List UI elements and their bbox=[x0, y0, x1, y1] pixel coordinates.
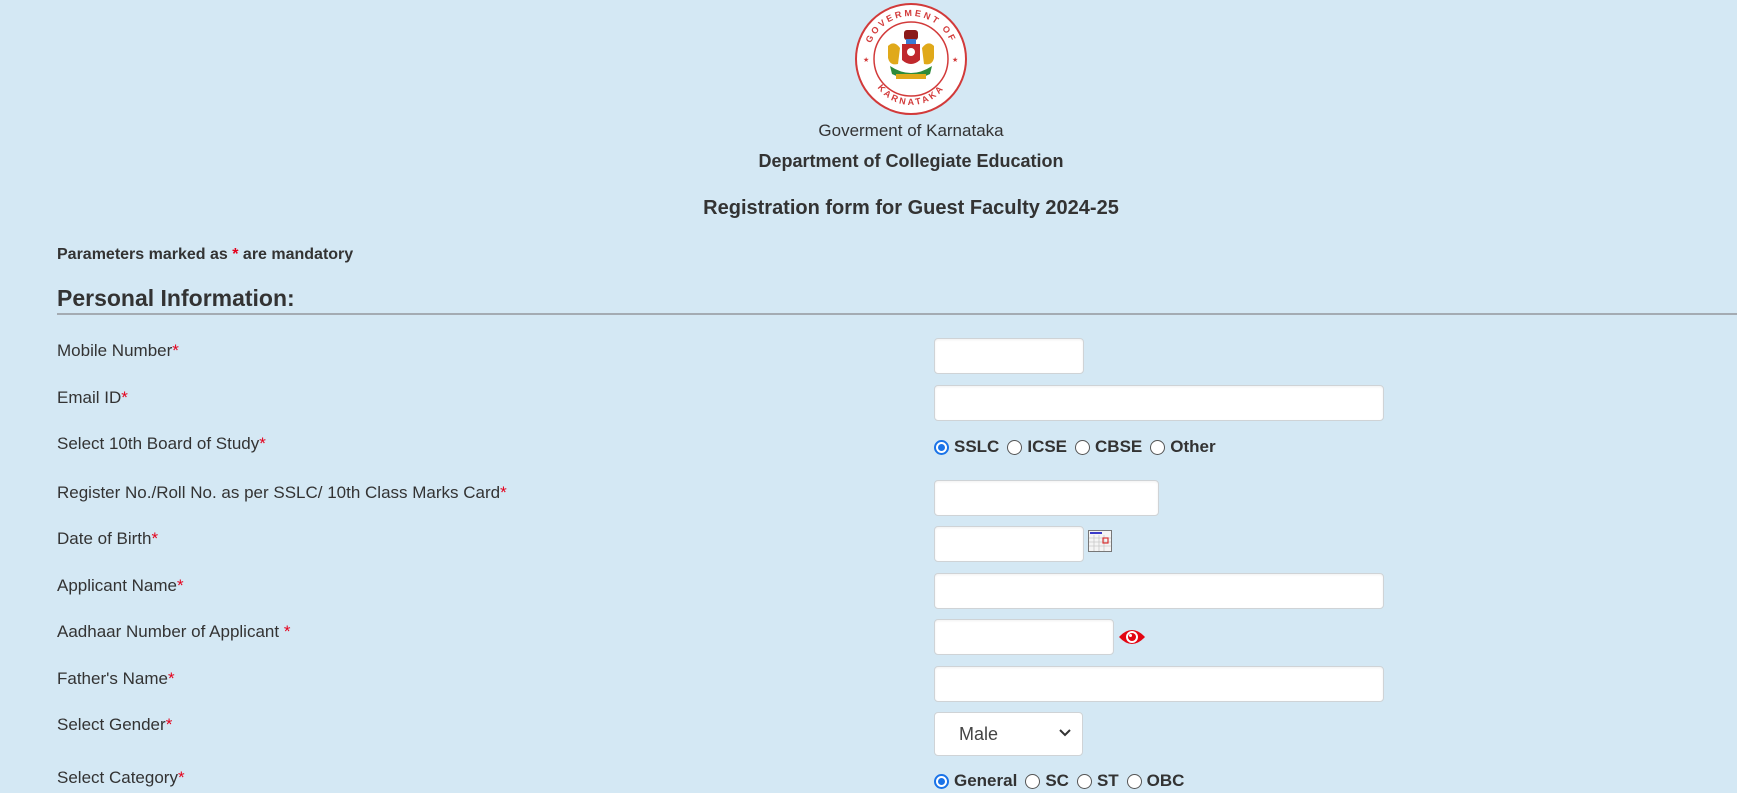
radio-other[interactable] bbox=[1150, 439, 1166, 455]
category-option-obc[interactable]: OBC bbox=[1126, 771, 1184, 791]
aadhaar-number-label: Aadhaar Number of Applicant * bbox=[57, 622, 291, 641]
category-radio-group: General SC ST OBC bbox=[934, 771, 1192, 791]
svg-text:★: ★ bbox=[952, 56, 958, 64]
gender-label: Select Gender* bbox=[57, 715, 173, 734]
radio-general[interactable] bbox=[934, 773, 949, 789]
register-number-input[interactable] bbox=[934, 480, 1159, 516]
page-title: Registration form for Guest Faculty 2024… bbox=[703, 197, 1119, 219]
department-name: Department of Collegiate Education bbox=[758, 151, 1064, 171]
board-of-study-radio-group: SSLC ICSE CBSE Other bbox=[934, 437, 1224, 457]
board-of-study-label: Select 10th Board of Study* bbox=[57, 434, 266, 453]
mobile-number-input[interactable] bbox=[934, 338, 1084, 374]
board-option-icse[interactable]: ICSE bbox=[1007, 437, 1067, 457]
date-of-birth-label: Date of Birth* bbox=[57, 529, 159, 548]
aadhaar-number-input[interactable] bbox=[934, 619, 1114, 655]
applicant-name-input[interactable] bbox=[934, 573, 1384, 609]
category-option-general[interactable]: General bbox=[934, 771, 1017, 791]
radio-sc[interactable] bbox=[1025, 773, 1041, 789]
mobile-number-label: Mobile Number* bbox=[57, 341, 179, 360]
chevron-down-icon bbox=[1059, 729, 1071, 737]
category-label: Select Category* bbox=[57, 768, 185, 787]
gender-select[interactable]: Male bbox=[934, 712, 1083, 756]
register-number-label: Register No./Roll No. as per SSLC/ 10th … bbox=[57, 483, 507, 502]
radio-obc[interactable] bbox=[1126, 773, 1142, 789]
eye-icon[interactable] bbox=[1118, 626, 1146, 648]
government-name: Goverment of Karnataka bbox=[818, 121, 1004, 140]
board-option-cbse[interactable]: CBSE bbox=[1075, 437, 1142, 457]
section-divider bbox=[57, 313, 1737, 315]
board-option-other[interactable]: Other bbox=[1150, 437, 1216, 457]
mandatory-notice: Parameters marked as * are mandatory bbox=[57, 246, 354, 263]
radio-sslc[interactable] bbox=[934, 439, 949, 455]
father-name-input[interactable] bbox=[934, 666, 1384, 702]
applicant-name-label: Applicant Name* bbox=[57, 576, 184, 595]
email-id-label: Email ID* bbox=[57, 388, 128, 407]
radio-cbse[interactable] bbox=[1075, 439, 1091, 455]
board-option-sslc[interactable]: SSLC bbox=[934, 437, 999, 457]
category-option-st[interactable]: ST bbox=[1076, 771, 1119, 791]
radio-st[interactable] bbox=[1076, 773, 1092, 789]
father-name-label: Father's Name* bbox=[57, 669, 175, 688]
category-option-sc[interactable]: SC bbox=[1025, 771, 1069, 791]
section-title-personal-information: Personal Information: bbox=[57, 285, 295, 311]
karnataka-emblem-logo: GOVERMENT OF KARNATAKA ★ ★ bbox=[855, 3, 967, 115]
calendar-icon[interactable] bbox=[1088, 530, 1112, 552]
svg-text:★: ★ bbox=[863, 56, 869, 64]
radio-icse[interactable] bbox=[1007, 439, 1023, 455]
date-of-birth-input[interactable] bbox=[934, 526, 1084, 562]
email-id-input[interactable] bbox=[934, 385, 1384, 421]
